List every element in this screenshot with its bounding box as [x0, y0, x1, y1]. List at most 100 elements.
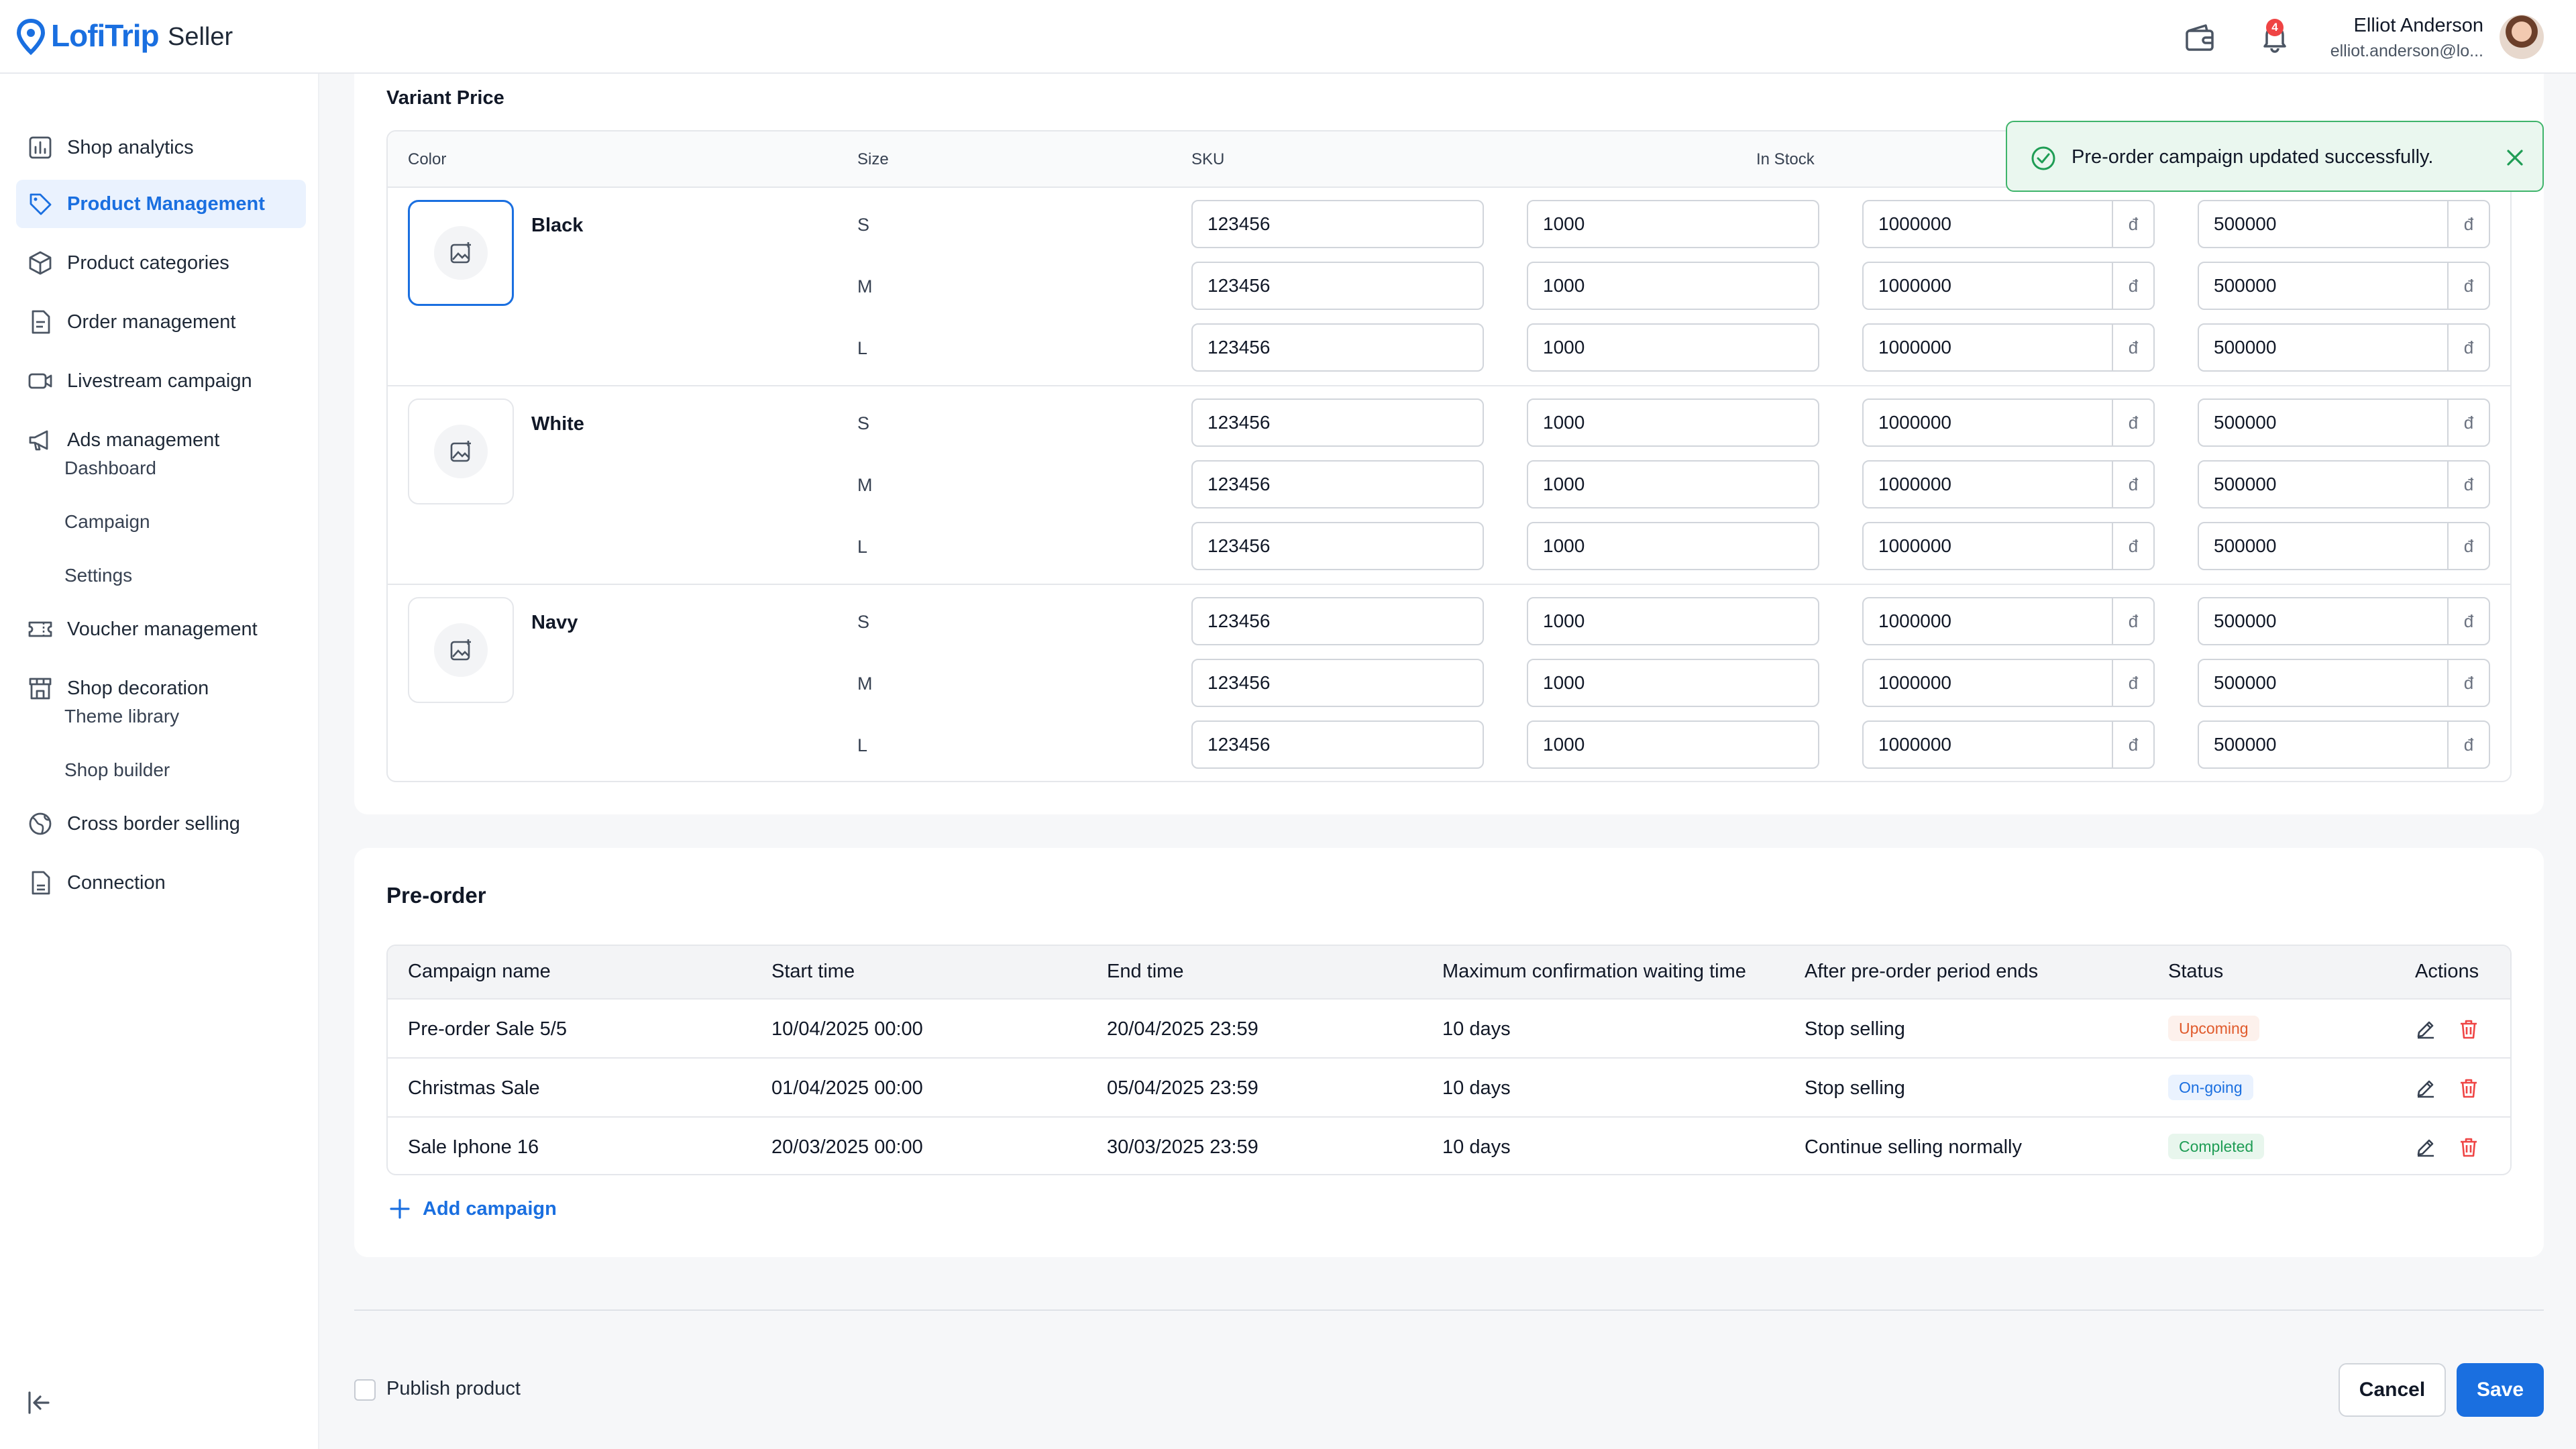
sku-input[interactable]: 123456 [1191, 323, 1484, 372]
sale-price-input[interactable]: 500000 đ [2198, 460, 2490, 508]
sidebar-item-ads-management[interactable]: Ads management [16, 415, 306, 466]
price-input[interactable]: 1000000 đ [1862, 200, 2155, 248]
sidebar-item-label: Voucher management [67, 618, 258, 640]
price-value: 1000000 [1878, 275, 1952, 296]
sidebar-item-label: Product categories [67, 252, 229, 274]
sku-input[interactable]: 123456 [1191, 659, 1484, 707]
variant-image-upload-black[interactable] [408, 200, 514, 306]
sale-price-input[interactable]: 500000 đ [2198, 398, 2490, 447]
currency-suffix: đ [2112, 400, 2153, 445]
price-input[interactable]: 1000000 đ [1862, 460, 2155, 508]
add-image-icon [450, 242, 471, 264]
stock-input[interactable]: 1000 [1527, 398, 1819, 447]
add-campaign-button[interactable]: Add campaign [388, 1197, 557, 1221]
sidebar-item-livestream-campaign[interactable]: Livestream campaign [16, 356, 306, 407]
stock-input[interactable]: 1000 [1527, 720, 1819, 769]
sale-price-value: 500000 [2214, 535, 2277, 556]
sku-input[interactable]: 123456 [1191, 720, 1484, 769]
wallet-icon[interactable] [2183, 20, 2216, 54]
sku-input[interactable]: 123456 [1191, 262, 1484, 310]
after-period: Continue selling normally [1805, 1136, 2022, 1158]
variant-image-upload-white[interactable] [408, 398, 514, 504]
sidebar-item-connection[interactable]: Connection [16, 857, 306, 908]
sale-price-input[interactable]: 500000 đ [2198, 659, 2490, 707]
price-value: 1000000 [1878, 412, 1952, 433]
price-input[interactable]: 1000000 đ [1862, 522, 2155, 570]
sale-price-value: 500000 [2214, 337, 2277, 358]
campaign-name: Christmas Sale [408, 1077, 540, 1099]
sidebar-item-product-categories[interactable]: Product categories [16, 237, 306, 288]
trash-icon[interactable] [2457, 1017, 2481, 1041]
stock-input[interactable]: 1000 [1527, 659, 1819, 707]
sidebar-subitem-shop-builder[interactable]: Shop builder [64, 759, 170, 781]
variant-size: S [857, 413, 870, 433]
trash-icon[interactable] [2457, 1076, 2481, 1100]
publish-checkbox[interactable] [354, 1379, 376, 1401]
sidebar-subitem-dashboard[interactable]: Dashboard [64, 458, 156, 479]
sidebar-subitem-campaign[interactable]: Campaign [64, 511, 150, 533]
price-value: 1000000 [1878, 213, 1952, 234]
collapse-sidebar-icon[interactable] [25, 1389, 54, 1417]
brand-name[interactable]: LofiTrip [51, 17, 160, 54]
add-image-icon [450, 441, 471, 462]
currency-suffix: đ [2447, 722, 2489, 767]
table-row: Sale Iphone 16 20/03/2025 00:00 30/03/20… [388, 1118, 2510, 1174]
sale-price-input[interactable]: 500000 đ [2198, 262, 2490, 310]
sku-input[interactable]: 123456 [1191, 522, 1484, 570]
sale-price-input[interactable]: 500000 đ [2198, 200, 2490, 248]
stock-input[interactable]: 1000 [1527, 200, 1819, 248]
variant-color-label: Black [531, 215, 584, 236]
price-input[interactable]: 1000000 đ [1862, 659, 2155, 707]
sku-input[interactable]: 123456 [1191, 597, 1484, 645]
avatar[interactable] [2500, 15, 2544, 59]
column-header-campaign-name: Campaign name [408, 961, 551, 982]
price-input[interactable]: 1000000 đ [1862, 262, 2155, 310]
sale-price-value: 500000 [2214, 672, 2277, 693]
sidebar-item-shop-analytics[interactable]: Shop analytics [16, 122, 306, 173]
save-button[interactable]: Save [2457, 1363, 2544, 1417]
preorder-title: Pre-order [386, 883, 486, 908]
stock-input[interactable]: 1000 [1527, 323, 1819, 372]
sidebar-item-order-management[interactable]: Order management [16, 297, 306, 347]
sale-price-input[interactable]: 500000 đ [2198, 720, 2490, 769]
stock-input[interactable]: 1000 [1527, 522, 1819, 570]
after-period: Stop selling [1805, 1018, 1905, 1040]
table-row: Pre-order Sale 5/5 10/04/2025 00:00 20/0… [388, 1000, 2510, 1059]
sale-price-value: 500000 [2214, 734, 2277, 755]
price-input[interactable]: 1000000 đ [1862, 720, 2155, 769]
variant-image-upload-navy[interactable] [408, 597, 514, 703]
stock-input[interactable]: 1000 [1527, 460, 1819, 508]
column-header-waiting-time: Maximum confirmation waiting time [1442, 961, 1746, 982]
price-input[interactable]: 1000000 đ [1862, 398, 2155, 447]
cancel-button[interactable]: Cancel [2339, 1363, 2446, 1417]
close-icon[interactable] [2504, 146, 2526, 169]
sale-price-input[interactable]: 500000 đ [2198, 323, 2490, 372]
price-input[interactable]: 1000000 đ [1862, 597, 2155, 645]
sidebar-item-product-management[interactable]: Product Management [16, 180, 306, 228]
edit-icon[interactable] [2414, 1135, 2438, 1159]
edit-icon[interactable] [2414, 1017, 2438, 1041]
edit-icon[interactable] [2414, 1076, 2438, 1100]
sidebar-subitem-theme-library[interactable]: Theme library [64, 706, 179, 727]
sidebar-item-label: Shop analytics [67, 136, 194, 158]
stock-input[interactable]: 1000 [1527, 262, 1819, 310]
price-value: 1000000 [1878, 535, 1952, 556]
sku-input[interactable]: 123456 [1191, 200, 1484, 248]
stock-input[interactable]: 1000 [1527, 597, 1819, 645]
sku-input[interactable]: 123456 [1191, 460, 1484, 508]
column-header-size: Size [857, 150, 889, 168]
sale-price-input[interactable]: 500000 đ [2198, 597, 2490, 645]
sidebar-item-cross-border-selling[interactable]: Cross border selling [16, 798, 306, 849]
price-input[interactable]: 1000000 đ [1862, 323, 2155, 372]
preorder-table: Campaign name Start time End time Maximu… [386, 945, 2512, 1175]
price-value: 1000000 [1878, 474, 1952, 494]
box-icon [29, 251, 52, 275]
sidebar-item-voucher-management[interactable]: Voucher management [16, 604, 306, 655]
variant-price-title: Variant Price [386, 87, 504, 109]
sale-price-input[interactable]: 500000 đ [2198, 522, 2490, 570]
toast-message: Pre-order campaign updated successfully. [2072, 146, 2434, 168]
trash-icon[interactable] [2457, 1135, 2481, 1159]
currency-suffix: đ [2112, 660, 2153, 706]
sidebar-subitem-settings[interactable]: Settings [64, 565, 132, 586]
sku-input[interactable]: 123456 [1191, 398, 1484, 447]
